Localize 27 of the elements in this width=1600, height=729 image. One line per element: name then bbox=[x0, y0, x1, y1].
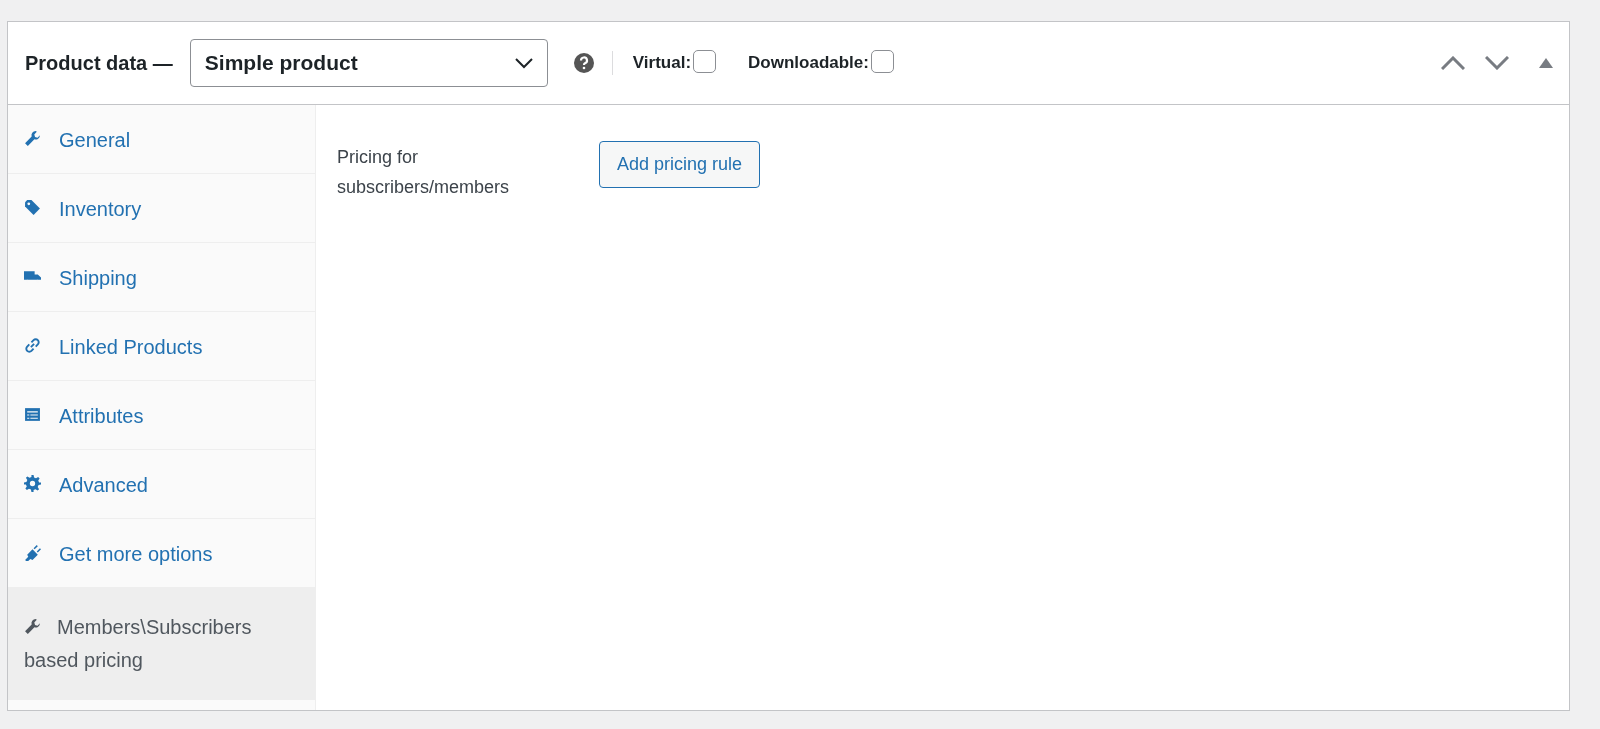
checkbox[interactable] bbox=[693, 49, 717, 73]
product-type-select[interactable]: Simple product bbox=[189, 39, 548, 87]
gear-icon bbox=[24, 475, 41, 492]
help-icon[interactable] bbox=[573, 53, 594, 73]
product-data-tab[interactable]: Linked Products bbox=[8, 312, 315, 381]
product-data-tab[interactable]: Attributes bbox=[8, 381, 315, 450]
link-icon bbox=[24, 337, 41, 354]
wrench-icon bbox=[24, 618, 41, 635]
product-data-tab[interactable]: Members\Subscribers based pricing bbox=[8, 588, 315, 700]
collapse-icon[interactable] bbox=[1539, 58, 1553, 68]
chevron-down-icon bbox=[514, 57, 533, 69]
field-label: Pricing for subscribers/members bbox=[337, 146, 511, 199]
chevron-down-icon[interactable] bbox=[1485, 56, 1509, 70]
plug-icon bbox=[24, 544, 41, 561]
product-data-tab[interactable]: Inventory bbox=[8, 174, 315, 243]
product-data-tab[interactable]: Shipping bbox=[8, 243, 315, 312]
option-label: Virtual: bbox=[632, 53, 692, 73]
product-data-tab[interactable]: General bbox=[8, 105, 315, 174]
wrench-icon bbox=[24, 130, 41, 147]
checkbox[interactable] bbox=[870, 49, 894, 73]
product-data-tab[interactable]: Advanced bbox=[8, 450, 315, 519]
tag-icon bbox=[24, 199, 41, 216]
add-pricing-rule-button[interactable]: Add pricing rule bbox=[599, 141, 761, 188]
panel-title: Product data — bbox=[25, 51, 173, 75]
option-label: Downloadable: bbox=[748, 53, 869, 73]
list-icon bbox=[24, 406, 41, 423]
chevron-up-icon[interactable] bbox=[1441, 56, 1465, 70]
